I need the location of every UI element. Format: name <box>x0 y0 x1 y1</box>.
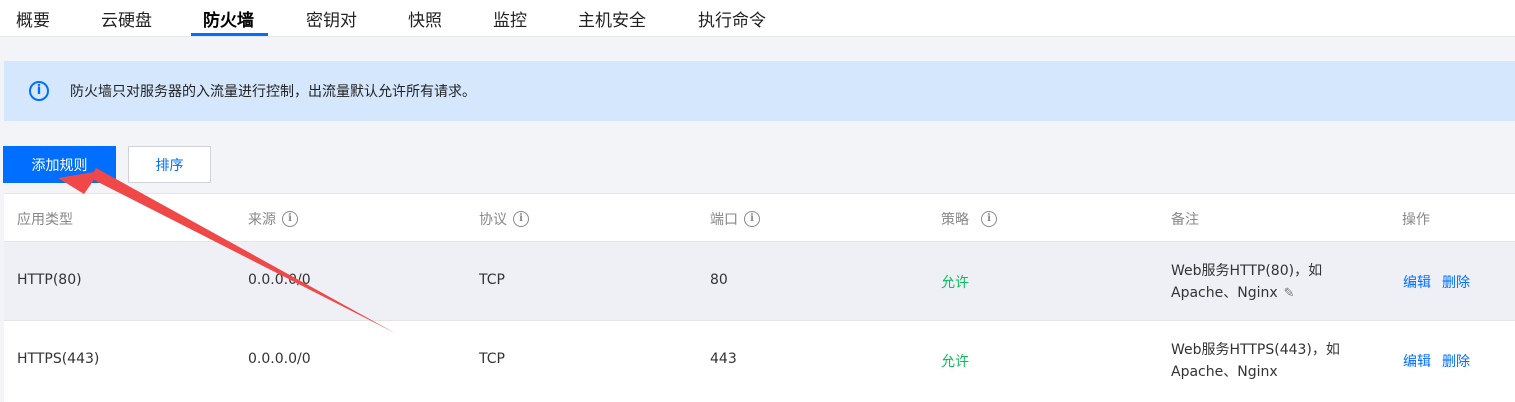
header-port: 端口 i <box>710 209 760 229</box>
tab-firewall[interactable]: 防火墙 <box>203 6 254 31</box>
info-icon[interactable]: i <box>513 211 529 227</box>
add-rule-button[interactable]: 添加规则 <box>3 146 116 183</box>
cell-app-type: HTTPS(443) <box>17 351 100 367</box>
table-row: HTTPS(443) 0.0.0.0/0 TCP 443 允许 Web服务HTT… <box>4 321 1515 400</box>
edit-note-icon[interactable]: ✎ <box>1284 283 1295 305</box>
cell-port: 443 <box>710 351 737 367</box>
tab-key-pair[interactable]: 密钥对 <box>306 6 357 31</box>
tab-overview[interactable]: 概要 <box>16 6 50 31</box>
tab-monitor[interactable]: 监控 <box>493 6 527 31</box>
header-source: 来源 i <box>248 209 298 229</box>
active-tab-indicator <box>191 33 268 36</box>
edit-link[interactable]: 编辑 <box>1403 272 1431 292</box>
cell-protocol: TCP <box>479 351 505 367</box>
table-row: HTTP(80) 0.0.0.0/0 TCP 80 允许 Web服务HTTP(8… <box>4 242 1515 321</box>
cell-policy: 允许 <box>941 354 969 370</box>
cell-source: 0.0.0.0/0 <box>248 272 311 288</box>
cell-note: Web服务HTTP(80)，如 Apache、Nginx ✎ <box>1171 260 1371 305</box>
delete-link[interactable]: 删除 <box>1442 351 1470 371</box>
info-notice: i 防火墙只对服务器的入流量进行控制，出流量默认允许所有请求。 <box>4 61 1515 121</box>
cell-source: 0.0.0.0/0 <box>248 351 311 367</box>
cell-app-type: HTTP(80) <box>17 272 82 288</box>
tab-snapshot[interactable]: 快照 <box>408 6 442 31</box>
header-app-type: 应用类型 <box>17 212 73 228</box>
cell-protocol: TCP <box>479 272 505 288</box>
info-icon[interactable]: i <box>981 211 997 227</box>
tab-bar: 概要 云硬盘 防火墙 密钥对 快照 监控 主机安全 执行命令 <box>0 0 1515 37</box>
edit-link[interactable]: 编辑 <box>1403 351 1431 371</box>
info-icon[interactable]: i <box>282 211 298 227</box>
sort-button[interactable]: 排序 <box>128 146 211 183</box>
header-note: 备注 <box>1171 212 1199 228</box>
firewall-rules-table: 应用类型 来源 i 协议 i 端口 i 策略 i 备注 操作 HTTP(80) 0.0.… <box>4 193 1515 402</box>
cell-note: Web服务HTTPS(443)，如 Apache、Nginx <box>1171 342 1340 380</box>
info-icon[interactable]: i <box>744 211 760 227</box>
notice-text: 防火墙只对服务器的入流量进行控制，出流量默认允许所有请求。 <box>70 84 476 100</box>
cell-port: 80 <box>710 272 728 288</box>
header-protocol: 协议 i <box>479 209 529 229</box>
cell-policy: 允许 <box>941 275 969 291</box>
tab-host-security[interactable]: 主机安全 <box>578 6 646 31</box>
header-action: 操作 <box>1402 212 1430 228</box>
delete-link[interactable]: 删除 <box>1442 272 1470 292</box>
tab-run-command[interactable]: 执行命令 <box>698 6 766 31</box>
header-policy: 策略 i <box>941 209 997 229</box>
info-icon: i <box>29 81 49 101</box>
tab-cloud-disk[interactable]: 云硬盘 <box>101 6 152 31</box>
